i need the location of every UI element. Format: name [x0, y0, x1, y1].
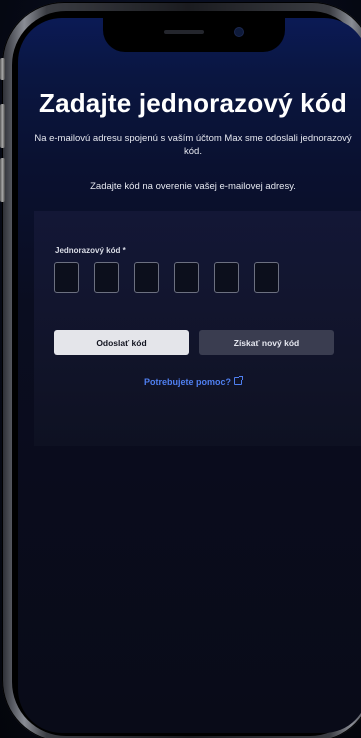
- phone-screen: Zadajte jednorazový kód Na e-mailovú adr…: [18, 18, 361, 733]
- help-link[interactable]: Potrebujete pomoc?: [144, 377, 231, 387]
- speaker-grille: [164, 30, 204, 34]
- send-code-button[interactable]: Odoslať kód: [54, 330, 189, 355]
- external-link-icon: [234, 376, 243, 385]
- code-digit-input-5[interactable]: [214, 262, 239, 293]
- code-field-label: Jednorazový kód *: [55, 246, 126, 255]
- code-digit-input-1[interactable]: [54, 262, 79, 293]
- volume-down-button: [0, 158, 5, 202]
- scene: Zadajte jednorazový kód Na e-mailovú adr…: [0, 0, 361, 738]
- page-description: Na e-mailovú adresu spojenú s vaším účto…: [34, 133, 352, 157]
- help-row: Potrebujete pomoc?: [18, 376, 361, 387]
- code-digit-input-2[interactable]: [94, 262, 119, 293]
- page-title: Zadajte jednorazový kód: [38, 88, 347, 118]
- front-camera-icon: [235, 28, 243, 36]
- notch: [103, 18, 285, 52]
- code-digit-input-4[interactable]: [174, 262, 199, 293]
- code-digit-input-3[interactable]: [134, 262, 159, 293]
- get-new-code-button[interactable]: Získať nový kód: [199, 330, 334, 355]
- code-digit-input-6[interactable]: [254, 262, 279, 293]
- mute-switch: [0, 58, 5, 80]
- volume-up-button: [0, 104, 5, 148]
- page-instruction: Zadajte kód na overenie vašej e-mailovej…: [90, 181, 296, 192]
